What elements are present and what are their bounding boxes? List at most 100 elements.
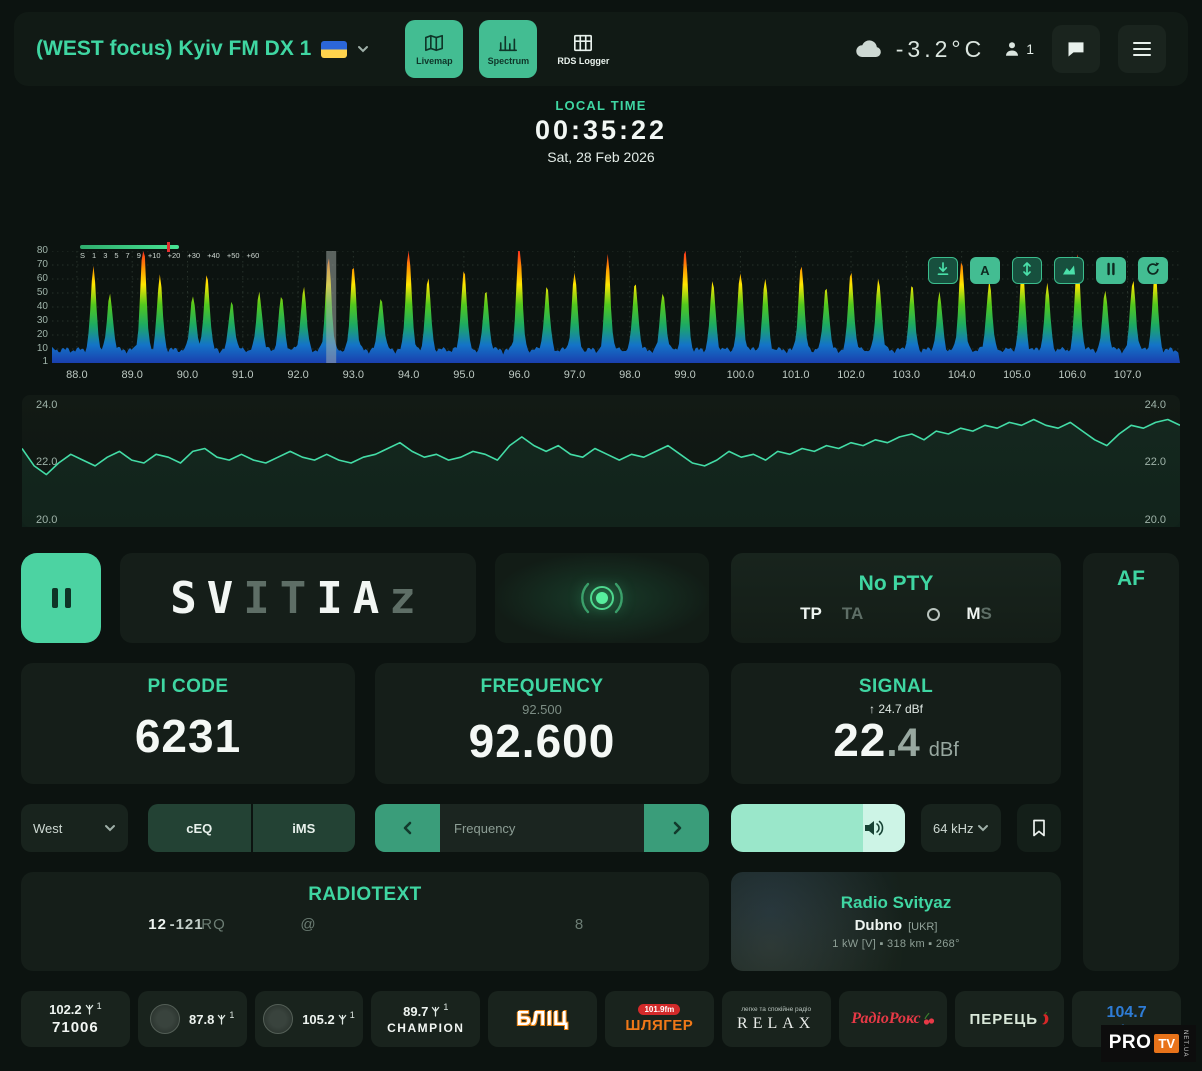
spectrum-fit-vertical-button[interactable]	[1012, 257, 1042, 284]
pi-code-label: PI CODE	[148, 676, 229, 698]
preset-station[interactable]: БЛІЦ	[488, 991, 597, 1047]
ceq-toggle-button[interactable]: cEQ	[148, 804, 251, 852]
spectrum-refresh-button[interactable]	[1138, 257, 1168, 284]
spectrum-scroll-down-button[interactable]	[928, 257, 958, 284]
tune-up-button[interactable]	[644, 804, 709, 852]
bookmark-icon	[1029, 818, 1049, 838]
local-time-label: LOCAL TIME	[0, 98, 1202, 113]
ta-flag: TA	[842, 604, 863, 624]
spectrum-area-style-button[interactable]	[1054, 257, 1084, 284]
signal-value-dec: .4	[886, 721, 919, 766]
preset-station[interactable]: ПЕРЕЦЬ	[955, 991, 1064, 1047]
spectrum-xtick: 102.0	[834, 369, 868, 381]
spectrum-xtick: 95.0	[447, 369, 481, 381]
server-selector[interactable]: (WEST focus) Kyiv FM DX 1	[36, 37, 369, 61]
spectrum-xtick: 92.0	[281, 369, 315, 381]
spectrum-xtick: 100.0	[723, 369, 757, 381]
local-time-value: 00:35:22	[0, 115, 1202, 146]
chevron-right-icon	[669, 820, 685, 836]
spectrum-ytick: 1	[22, 356, 48, 367]
autoscale-icon: A	[980, 263, 989, 278]
spectrum-xtick: 97.0	[558, 369, 592, 381]
chevron-down-icon	[977, 822, 989, 834]
spectrum-xtick: 98.0	[613, 369, 647, 381]
frequency-input[interactable]	[440, 804, 644, 852]
table-icon	[572, 33, 594, 53]
spectrum-xtick: 96.0	[502, 369, 536, 381]
temperature-value: -3.2°C	[896, 36, 985, 63]
volume-slider[interactable]	[731, 804, 905, 852]
preset-station[interactable]: 102.2171006	[21, 991, 130, 1047]
spectrum-xtick: 91.0	[226, 369, 260, 381]
bandwidth-value: 64 kHz	[933, 821, 973, 836]
left-controls-row: West cEQ iMS	[21, 804, 709, 852]
ims-toggle-button[interactable]: iMS	[253, 804, 356, 852]
user-icon	[1003, 40, 1021, 58]
right-controls-row: 64 kHz	[731, 804, 1061, 852]
spectrum-ytick: 60	[22, 273, 48, 284]
chat-button[interactable]	[1052, 25, 1100, 73]
spectrum-xtick: 88.0	[60, 369, 94, 381]
radiotext-segment: 8	[575, 916, 584, 933]
station-city: Dubno[UKR]	[855, 917, 938, 934]
weather-widget: -3.2°C	[854, 36, 985, 63]
rds-logger-label: RDS Logger	[557, 56, 609, 66]
rds-logger-button[interactable]: RDS Logger	[553, 20, 613, 78]
spectrum-xtick: 90.0	[170, 369, 204, 381]
bookmark-button[interactable]	[1017, 804, 1061, 852]
radiotext-panel: RADIOTEXT 12-121RQ@8	[21, 872, 709, 971]
audio-play-pause-button[interactable]	[21, 553, 101, 643]
preset-station[interactable]: 105.21	[255, 991, 364, 1047]
spectrum-ytick: 30	[22, 315, 48, 326]
livemap-button[interactable]: Livemap	[405, 20, 463, 78]
chat-icon	[1066, 39, 1086, 59]
signal-unit: dBf	[929, 739, 959, 762]
map-icon	[423, 33, 445, 53]
pause-icon	[1103, 261, 1119, 280]
preset-station[interactable]: 89.71CHAMPION	[371, 991, 480, 1047]
hamburger-icon	[1133, 42, 1151, 56]
spectrum-label: Spectrum	[488, 56, 530, 66]
tuner-dashboard: SVITIAz PI CODE 6231 FREQUENCY	[21, 553, 1181, 971]
frequency-card: FREQUENCY 92.500 92.600	[375, 663, 709, 784]
chevron-down-icon	[357, 43, 369, 55]
frequency-label: FREQUENCY	[481, 676, 604, 698]
signal-label: SIGNAL	[859, 676, 933, 698]
signal-card: SIGNAL ↑ 24.7 dBf 22 .4 dBf	[731, 663, 1061, 784]
bandwidth-select[interactable]: 64 kHz	[921, 804, 1001, 852]
tune-down-button[interactable]	[375, 804, 440, 852]
signal-ytick: 20.0	[36, 514, 76, 526]
fm-dx-app: (WEST focus) Kyiv FM DX 1 Livemap Spectr…	[0, 0, 1202, 1071]
dash-af-column: AF	[1083, 553, 1179, 971]
preset-station[interactable]: РадіоРокс	[839, 991, 948, 1047]
antenna-select-value: West	[33, 821, 62, 836]
bar-chart-icon	[497, 33, 519, 53]
spectrum-autoscale-button[interactable]: A	[970, 257, 1000, 284]
stereo-broadcast-icon	[570, 576, 634, 620]
preset-station[interactable]: легке та спокійне радіоRELAX	[722, 991, 831, 1047]
preset-station[interactable]: 101.9fmШЛЯГЕР	[605, 991, 714, 1047]
menu-button[interactable]	[1118, 25, 1166, 73]
smeter-bar	[80, 245, 179, 249]
signal-line-chart	[22, 395, 1180, 527]
spectrum-button[interactable]: Spectrum	[479, 20, 537, 78]
antenna-select[interactable]: West	[21, 804, 128, 852]
ps-name-segment: IA	[316, 573, 389, 624]
station-logo: ПЕРЕЦЬ	[970, 1011, 1039, 1028]
dash-left-column: SVITIAz PI CODE 6231 FREQUENCY	[21, 553, 709, 971]
preset-station[interactable]: 87.81	[138, 991, 247, 1047]
spectrum-pause-button[interactable]	[1096, 257, 1126, 284]
station-logo: БЛІЦ	[517, 1008, 569, 1031]
spectrum-xtick: 104.0	[945, 369, 979, 381]
refresh-icon	[1145, 261, 1161, 280]
station-logo: РадіоРокс	[851, 1010, 920, 1028]
dsp-toggle-group: cEQ iMS	[148, 804, 355, 852]
livemap-label: Livemap	[416, 56, 453, 66]
spectrum-ytick: 20	[22, 329, 48, 340]
radiotext-segment: RQ	[201, 916, 226, 933]
tune-group	[375, 804, 709, 852]
rds-flags-row: TP TA M S	[800, 604, 992, 624]
radiotext-label: RADIOTEXT	[21, 884, 709, 906]
ps-name-segment: IT	[243, 573, 316, 624]
listener-count: 1	[1003, 40, 1034, 58]
